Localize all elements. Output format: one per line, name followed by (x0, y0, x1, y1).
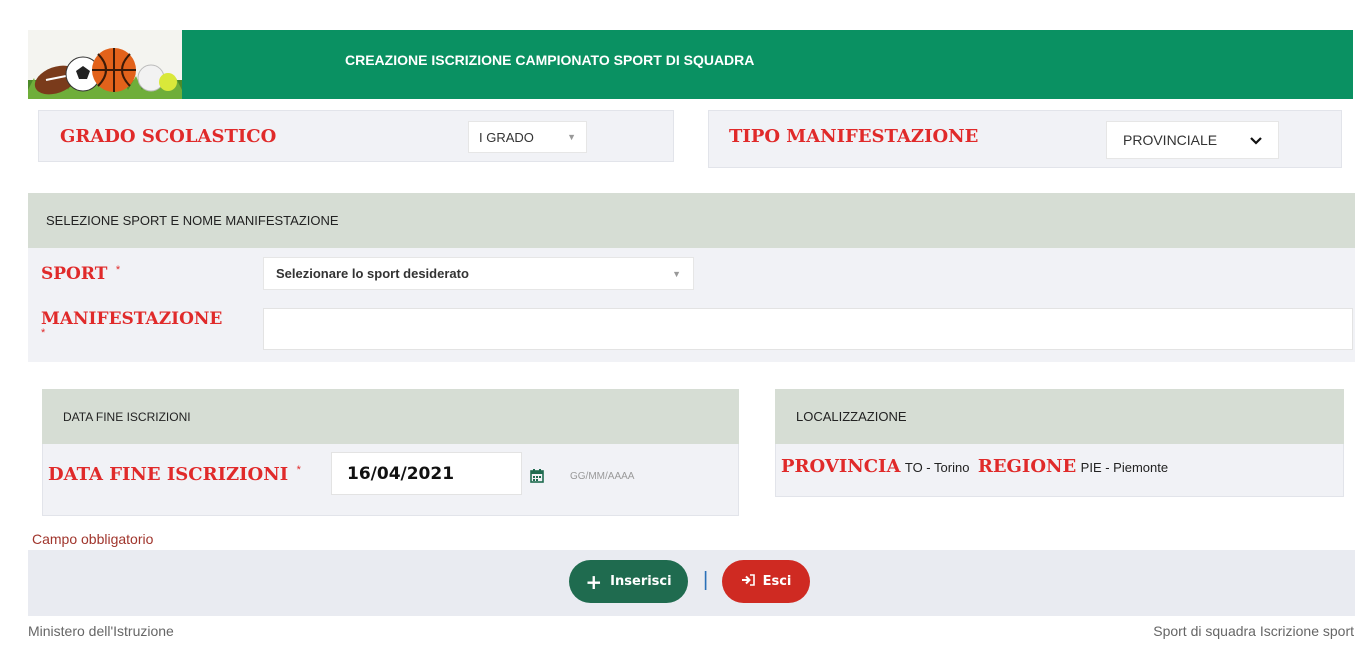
manifestazione-label: MANIFESTAZIONE * (41, 309, 223, 339)
required-asterisk: * (115, 264, 121, 276)
inserisci-label: Inserisci (610, 574, 672, 589)
action-bar: + Inserisci | Esci (28, 550, 1355, 616)
data-fine-value: 16/04/2021 (347, 463, 455, 484)
date-format-hint: GG/MM/AAAA (570, 471, 635, 482)
chevron-down-icon (1250, 132, 1262, 148)
sport-section-body: SPORT * Selezionare lo sport desiderato … (28, 248, 1355, 362)
provincia-label: PROVINCIA (781, 456, 901, 477)
tipo-manifestazione-value: PROVINCIALE (1123, 132, 1218, 148)
localizzazione-line: PROVINCIA TO - Torino REGIONE PIE - Piem… (781, 456, 1168, 477)
page-title: CREAZIONE ISCRIZIONE CAMPIONATO SPORT DI… (345, 52, 755, 68)
page-header: CREAZIONE ISCRIZIONE CAMPIONATO SPORT DI… (28, 30, 1353, 99)
required-note: Campo obbligatorio (32, 531, 154, 547)
tipo-manifestazione-panel: TIPO MANIFESTAZIONE PROVINCIALE (708, 110, 1342, 168)
caret-down-icon: ▼ (567, 132, 576, 142)
sport-section-title: SELEZIONE SPORT E NOME MANIFESTAZIONE (46, 213, 339, 228)
sports-balls-logo (28, 30, 182, 99)
esci-button[interactable]: Esci (722, 560, 810, 603)
sport-select[interactable]: Selezionare lo sport desiderato ▼ (263, 257, 694, 290)
tipo-manifestazione-select[interactable]: PROVINCIALE (1106, 121, 1279, 159)
caret-down-icon: ▼ (672, 268, 681, 279)
inserisci-button[interactable]: + Inserisci (569, 560, 688, 603)
data-section-header: DATA FINE ISCRIZIONI (42, 389, 739, 444)
button-separator: | (703, 569, 709, 591)
manifestazione-input[interactable] (263, 308, 1353, 350)
localizzazione-header: LOCALIZZAZIONE (775, 389, 1344, 444)
tipo-manifestazione-label: TIPO MANIFESTAZIONE (729, 126, 979, 147)
regione-label: REGIONE (977, 456, 1077, 477)
data-section-title: DATA FINE ISCRIZIONI (63, 409, 191, 424)
grado-scolastico-label: GRADO SCOLASTICO (60, 126, 277, 147)
grado-scolastico-value: I GRADO (479, 129, 534, 145)
localizzazione-title: LOCALIZZAZIONE (796, 409, 907, 424)
data-fine-label: DATA FINE ISCRIZIONI * (48, 464, 301, 485)
data-fine-input[interactable]: 16/04/2021 (331, 452, 522, 495)
calendar-icon[interactable] (530, 469, 544, 488)
grado-scolastico-select[interactable]: I GRADO ▼ (468, 121, 587, 153)
footer-left: Ministero dell'Istruzione (28, 623, 174, 639)
esci-label: Esci (762, 574, 792, 589)
required-asterisk: * (41, 327, 46, 339)
required-asterisk: * (296, 464, 301, 476)
provincia-value: TO - Torino (904, 460, 970, 475)
plus-icon: + (585, 569, 603, 594)
sport-label: SPORT * (41, 264, 121, 284)
data-section-body: DATA FINE ISCRIZIONI * 16/04/2021 GG/MM/… (42, 444, 739, 516)
sport-section-header: SELEZIONE SPORT E NOME MANIFESTAZIONE (28, 193, 1355, 248)
sign-out-icon (741, 573, 755, 590)
grado-scolastico-panel: GRADO SCOLASTICO I GRADO ▼ (38, 110, 674, 162)
sport-select-placeholder: Selezionare lo sport desiderato (276, 266, 469, 281)
regione-value: PIE - Piemonte (1080, 460, 1169, 475)
localizzazione-body: PROVINCIA TO - Torino REGIONE PIE - Piem… (775, 444, 1344, 497)
footer-right: Sport di squadra Iscrizione sport (1153, 623, 1354, 639)
